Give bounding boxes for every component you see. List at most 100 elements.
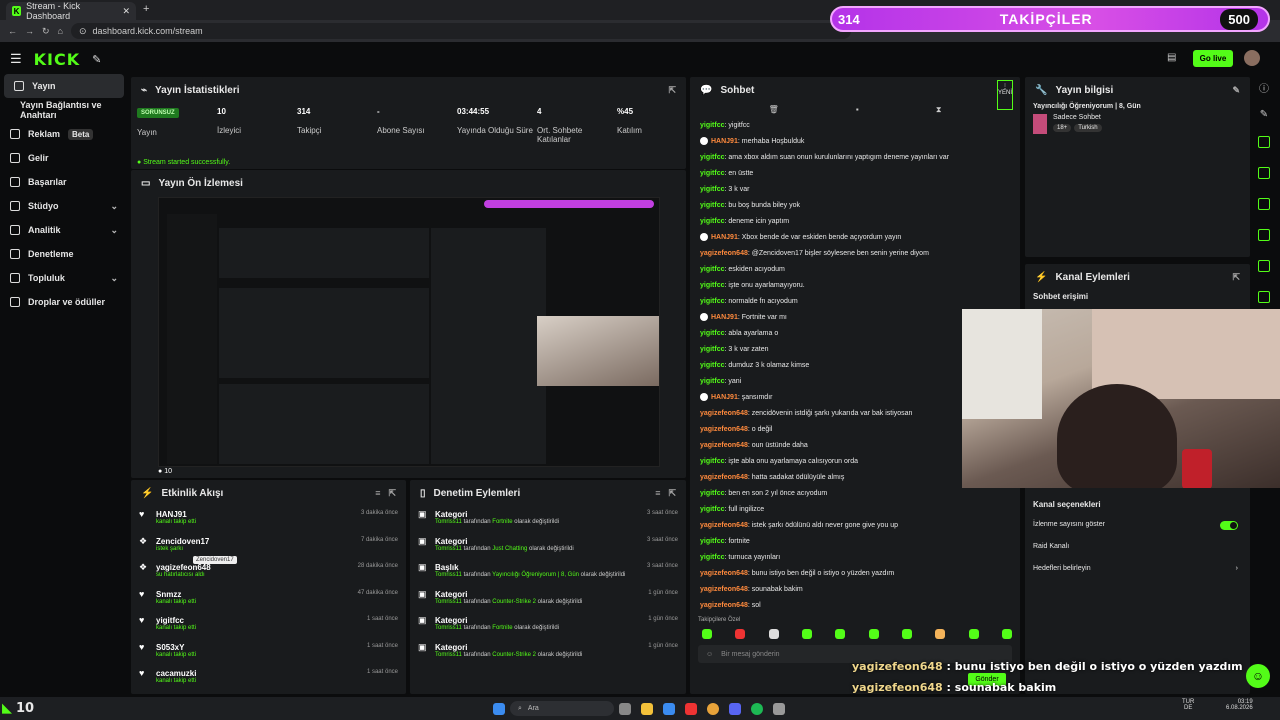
chat-username[interactable]: HANJ91: [711, 394, 738, 401]
chat-username[interactable]: yigitfcc: [700, 378, 725, 385]
activity-row[interactable]: ❖ yagizefeon648 su hatırlatıcısı aldı 28…: [131, 559, 406, 586]
filter-icon[interactable]: ≡: [375, 488, 380, 498]
store-icon[interactable]: [663, 702, 675, 715]
preview-video[interactable]: [158, 197, 660, 467]
file-explorer-icon[interactable]: [641, 702, 653, 715]
back-icon[interactable]: ←: [8, 26, 17, 36]
home-icon[interactable]: ⌂: [58, 26, 63, 36]
hourglass-icon[interactable]: ⧗: [936, 105, 942, 115]
chat-username[interactable]: HANJ91: [711, 314, 738, 321]
emote-icon[interactable]: [735, 629, 746, 639]
moderator-name[interactable]: Tomriss11: [435, 625, 462, 631]
trash-icon[interactable]: 🗑: [769, 105, 779, 115]
moderator-name[interactable]: Tomriss11: [435, 546, 462, 552]
activity-username[interactable]: yigitfcc: [156, 616, 196, 625]
chat-username[interactable]: yagizefeon648: [700, 410, 748, 417]
show-viewers-toggle[interactable]: [1220, 521, 1238, 530]
chat-username[interactable]: yagizefeon648: [700, 250, 748, 257]
moderator-name[interactable]: Tomriss11: [435, 599, 462, 605]
emote-icon[interactable]: [868, 629, 879, 639]
chat-settings-button[interactable]: ⋮ YENİ: [997, 80, 1013, 110]
chat-username[interactable]: yagizefeon648: [700, 586, 748, 593]
browser-tab[interactable]: K Stream - Kick Dashboard ✕: [6, 1, 136, 21]
menu-icon[interactable]: ☰: [10, 51, 22, 67]
chat-username[interactable]: yigitfcc: [700, 202, 725, 209]
chat-username[interactable]: HANJ91: [711, 138, 738, 145]
activity-row[interactable]: ❖ Zencidoven17 istek şarkı 7 dakika önce: [131, 533, 406, 560]
task-view-icon[interactable]: [619, 702, 631, 715]
moderator-name[interactable]: Tomriss11: [435, 519, 462, 525]
category-name[interactable]: Sadece Sohbet: [1053, 114, 1102, 121]
activity-username[interactable]: yagizefeon648: [156, 563, 211, 572]
chat-username[interactable]: yigitfcc: [700, 490, 725, 497]
chat-username[interactable]: yigitfcc: [700, 362, 725, 369]
chat-username[interactable]: yigitfcc: [700, 170, 725, 177]
language-indicator[interactable]: TUR DE: [1182, 699, 1194, 711]
clock[interactable]: 03:19 6.08.2026: [1226, 699, 1253, 711]
moderator-name[interactable]: Tomriss11: [435, 652, 462, 658]
sidebar-item-basarilar[interactable]: Başarılar: [0, 170, 128, 194]
popout-icon[interactable]: ⇱: [668, 488, 676, 499]
avatar[interactable]: [1244, 50, 1260, 66]
raid-channel-button[interactable]: Raid Kanalı: [1033, 543, 1069, 550]
chat-username[interactable]: yigitfcc: [700, 122, 725, 129]
chat-username[interactable]: yagizefeon648: [700, 474, 748, 481]
crosshair-icon[interactable]: [1258, 136, 1270, 148]
chat-username[interactable]: yagizefeon648: [700, 426, 748, 433]
popout-icon[interactable]: ⇱: [1232, 272, 1240, 283]
popout-icon[interactable]: ⇱: [388, 488, 396, 499]
emote-icon[interactable]: [901, 629, 912, 639]
message-icon[interactable]: ▪: [856, 105, 859, 115]
forward-icon[interactable]: →: [25, 26, 34, 36]
chat-username[interactable]: yigitfcc: [700, 346, 725, 353]
windows-start-icon[interactable]: [493, 702, 505, 715]
sidebar-item-droplar[interactable]: Droplar ve ödüller: [0, 290, 128, 314]
activity-username[interactable]: HANJ91: [156, 510, 196, 519]
info-icon[interactable]: ⓘ: [1254, 80, 1274, 95]
chat-username[interactable]: yagizefeon648: [700, 570, 748, 577]
chat-username[interactable]: yigitfcc: [700, 282, 725, 289]
bolt-icon[interactable]: [1258, 167, 1270, 179]
moderator-name[interactable]: Tomriss11: [435, 572, 462, 578]
activity-row[interactable]: ♥ S053xY kanalı takip etti 1 saat önce: [131, 639, 406, 666]
chat-username[interactable]: yigitfcc: [700, 298, 725, 305]
chat-username[interactable]: yigitfcc: [700, 186, 725, 193]
chat-username[interactable]: yagizefeon648: [700, 602, 748, 609]
sidebar-item-topluluk[interactable]: Topluluk ⌄: [0, 266, 128, 290]
activity-username[interactable]: Snmzz: [156, 590, 196, 599]
youtube-icon[interactable]: [685, 702, 697, 715]
chat-username[interactable]: yagizefeon648: [700, 442, 748, 449]
chat-username[interactable]: yagizefeon648: [700, 522, 748, 529]
help-chat-icon[interactable]: ☺: [1246, 664, 1270, 688]
activity-row[interactable]: ♥ HANJ91 kanalı takip etti 3 dakika önce: [131, 506, 406, 533]
activity-username[interactable]: Zencidoven17: [156, 537, 209, 546]
emote-icon[interactable]: [801, 629, 812, 639]
app-icon[interactable]: [773, 702, 785, 715]
chat-username[interactable]: yigitfcc: [700, 330, 725, 337]
sidebar-item-yayin[interactable]: Yayın: [4, 74, 124, 98]
new-tab-icon[interactable]: +: [143, 3, 149, 15]
chat-bubble-icon[interactable]: [1258, 229, 1270, 241]
activity-row[interactable]: ♥ Snmzz kanalı takip etti 47 dakika önce: [131, 586, 406, 613]
sidebar-item-studyo[interactable]: Stüdyo ⌄: [0, 194, 128, 218]
sidebar-item-reklam[interactable]: Reklam Beta: [0, 122, 128, 146]
set-goals-row[interactable]: Hedefleri belirleyin ›: [1033, 565, 1238, 572]
chat-username[interactable]: yigitfcc: [700, 154, 725, 161]
chrome-icon[interactable]: [707, 702, 719, 715]
pin-icon[interactable]: ✎: [92, 53, 101, 66]
sidebar-item-stream-key[interactable]: Yayın Bağlantısı ve Anahtarı: [0, 98, 128, 122]
go-live-button[interactable]: Go live: [1193, 50, 1233, 67]
layout-icon[interactable]: [1258, 291, 1270, 303]
activity-username[interactable]: S053xY: [156, 643, 196, 652]
filter-icon[interactable]: ≡: [655, 488, 660, 498]
sidebar-item-denetleme[interactable]: Denetleme: [0, 242, 128, 266]
taskbar-search[interactable]: ⌕ Ara: [510, 701, 614, 716]
emoji-icon[interactable]: ☺: [706, 651, 713, 658]
reload-icon[interactable]: ↻: [42, 26, 50, 37]
pencil-icon[interactable]: ✎: [1254, 109, 1274, 120]
popout-icon[interactable]: ⇱: [668, 85, 676, 96]
emote-icon[interactable]: [702, 629, 712, 639]
chat-username[interactable]: yigitfcc: [700, 538, 725, 545]
emote-icon[interactable]: [835, 629, 846, 639]
chat-username[interactable]: yigitfcc: [700, 554, 725, 561]
